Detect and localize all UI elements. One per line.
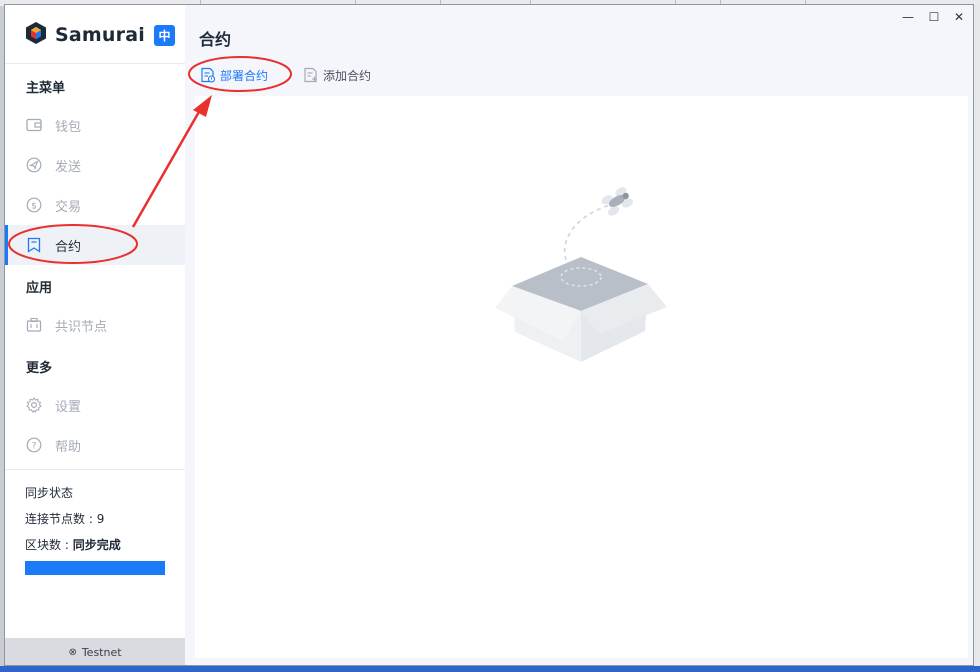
section-more: 更多 [26, 361, 53, 376]
sidebar: Samurai 中 主菜单 钱包 发送 $ 交易 合约 应用 共识节点 更多 设… [5, 5, 185, 665]
sidebar-item-label: 合约 [55, 239, 82, 255]
network-icon: ⊗ [68, 646, 77, 658]
sidebar-item-wallet[interactable]: 钱包 [5, 105, 185, 145]
empty-box-illustration [495, 187, 667, 362]
svg-text:?: ? [32, 442, 37, 452]
add-contract-icon [303, 67, 319, 83]
sidebar-item-send[interactable]: 发送 [5, 145, 185, 185]
add-contract-label: 添加合约 [323, 68, 372, 83]
language-switch-button[interactable]: 中 [154, 25, 175, 46]
peer-count-value: 9 [96, 512, 105, 526]
add-contract-button[interactable]: 添加合约 [303, 66, 371, 84]
minimize-button[interactable]: — [898, 9, 918, 25]
sidebar-divider [5, 63, 185, 64]
contract-list-panel [195, 96, 968, 658]
app-brand: Samurai [25, 22, 145, 48]
close-button[interactable]: ✕ [949, 9, 969, 25]
sidebar-item-help[interactable]: ? 帮助 [5, 425, 185, 465]
svg-text:$: $ [31, 202, 37, 212]
sidebar-item-label: 共识节点 [55, 319, 108, 335]
sidebar-item-label: 设置 [55, 399, 82, 415]
deploy-contract-button[interactable]: 部署合约 [200, 66, 268, 84]
network-indicator[interactable]: ⊗ Testnet [5, 638, 185, 665]
app-name: Samurai [55, 24, 145, 46]
sync-progress-bar [25, 561, 165, 575]
maximize-button[interactable]: ☐ [924, 9, 944, 25]
consensus-node-icon [26, 317, 42, 333]
network-label: Testnet [81, 645, 122, 659]
send-icon [26, 157, 42, 173]
transaction-icon: $ [26, 197, 42, 213]
contract-icon [26, 237, 42, 253]
gear-icon [26, 397, 42, 413]
taskbar-edge [0, 666, 980, 672]
deploy-contract-icon [200, 67, 216, 83]
deploy-contract-label: 部署合约 [220, 68, 269, 83]
sidebar-item-label: 发送 [55, 159, 82, 175]
sidebar-item-contracts[interactable]: 合约 [5, 225, 185, 265]
section-main-menu: 主菜单 [26, 81, 66, 96]
wallet-icon [26, 117, 42, 133]
sync-progress-fill [25, 561, 165, 575]
help-icon: ? [26, 437, 42, 453]
sidebar-item-settings[interactable]: 设置 [5, 385, 185, 425]
sidebar-item-label: 钱包 [55, 119, 82, 135]
samurai-logo-icon [25, 21, 47, 49]
sync-status-title: 同步状态 [25, 486, 74, 500]
sidebar-item-label: 交易 [55, 199, 82, 215]
main-panel: 合约 部署合约 添加合约 — ☐ ✕ [185, 5, 973, 665]
background-window-edge [974, 6, 980, 666]
sidebar-item-label: 帮助 [55, 439, 82, 455]
active-indicator [5, 225, 8, 265]
section-apps: 应用 [26, 281, 53, 296]
page-title: 合约 [199, 30, 232, 49]
peer-count-label: 连接节点数 : [25, 512, 97, 526]
sidebar-item-transactions[interactable]: $ 交易 [5, 185, 185, 225]
block-count-label: 区块数 : [25, 538, 73, 552]
app-window: Samurai 中 主菜单 钱包 发送 $ 交易 合约 应用 共识节点 更多 设… [4, 4, 974, 666]
sidebar-item-consensus-nodes[interactable]: 共识节点 [5, 305, 185, 345]
block-count: 区块数 : 同步完成 [25, 536, 121, 553]
sidebar-divider [5, 469, 185, 470]
peer-count: 连接节点数 : 9 [25, 510, 104, 527]
block-count-value: 同步完成 [72, 538, 121, 552]
